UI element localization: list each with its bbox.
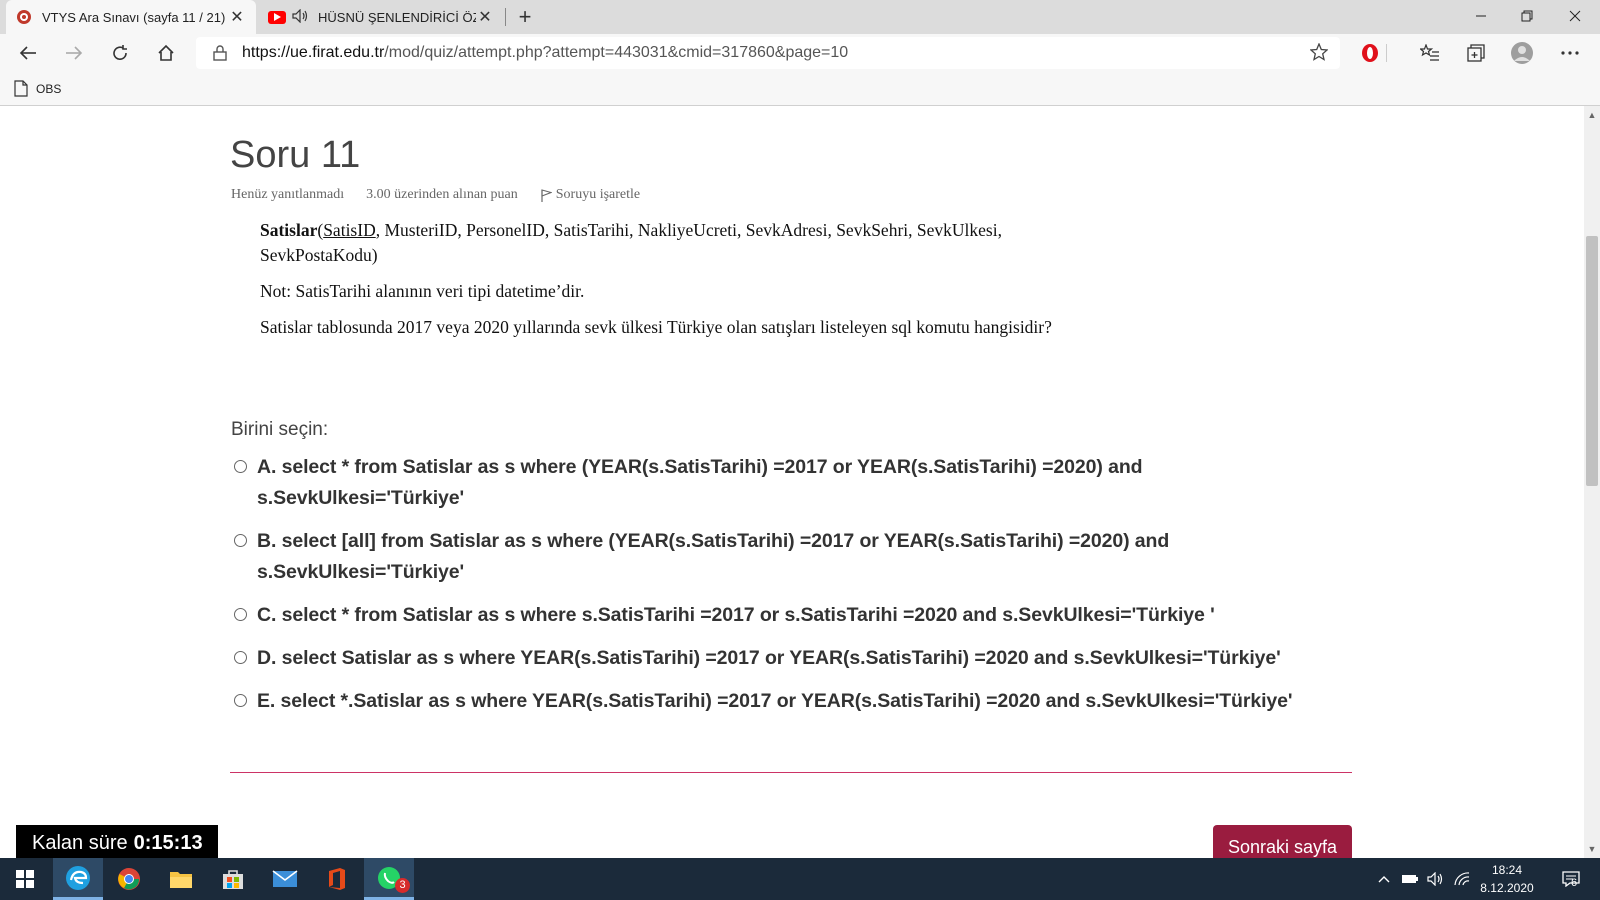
table-primary-key: SatisID bbox=[323, 220, 376, 240]
chrome-icon[interactable] bbox=[104, 858, 154, 900]
option-label[interactable]: D. select Satislar as s where YEAR(s.Sat… bbox=[257, 643, 1281, 674]
system-clock[interactable]: 18:24 8.12.2020 bbox=[1462, 861, 1552, 897]
store-icon[interactable] bbox=[208, 858, 258, 900]
scroll-thumb[interactable] bbox=[1586, 236, 1598, 486]
opera-icon[interactable] bbox=[1354, 38, 1386, 68]
address-bar[interactable]: https://ue.firat.edu.tr/mod/quiz/attempt… bbox=[196, 37, 1340, 69]
youtube-icon bbox=[268, 10, 286, 24]
chevron-up-icon[interactable] bbox=[1374, 858, 1394, 900]
flag-label: Soruyu işaretle bbox=[555, 187, 641, 202]
refresh-icon[interactable] bbox=[104, 38, 136, 68]
answer-options: A. select * from Satislar as s where (YE… bbox=[234, 452, 1334, 729]
question-status: Henüz yanıtlanmadı bbox=[231, 187, 345, 202]
favorites-bar: OBS bbox=[0, 72, 1600, 106]
timer-label: Kalan süre bbox=[32, 831, 128, 854]
option-label[interactable]: C. select * from Satislar as s where s.S… bbox=[257, 600, 1215, 631]
timer-value: 0:15:13 bbox=[133, 831, 203, 854]
url-text: https://ue.firat.edu.tr/mod/quiz/attempt… bbox=[242, 44, 848, 62]
collections-icon[interactable] bbox=[1460, 38, 1492, 68]
question-title: Soru 11 bbox=[230, 134, 361, 176]
time-remaining: Kalan süre 0:15:13 bbox=[16, 825, 218, 858]
volume-icon[interactable] bbox=[1424, 858, 1448, 900]
mail-icon[interactable] bbox=[260, 858, 310, 900]
clock-time: 18:24 bbox=[1491, 863, 1523, 877]
quiz-page: Soru 11 Henüz yanıtlanmadı 3.00 üzerinde… bbox=[0, 106, 1584, 858]
toolbar-separator bbox=[1386, 44, 1387, 62]
favorite-obs[interactable]: OBS bbox=[14, 80, 61, 97]
flag-icon bbox=[541, 188, 552, 202]
browser-tab-strip: VTYS Ara Sınavı (sayfa 11 / 21) ✕ HÜSNÜ … bbox=[0, 0, 1600, 34]
question-note: Not: SatisTarihi alanının veri tipi date… bbox=[260, 281, 585, 301]
whatsapp-icon[interactable]: 3 bbox=[364, 858, 414, 900]
radio-button[interactable] bbox=[234, 651, 247, 664]
clock-date: 8.12.2020 bbox=[1480, 881, 1534, 895]
answer-option-b[interactable]: B. select [all] from Satislar as s where… bbox=[234, 526, 1334, 588]
tab-quiz[interactable]: VTYS Ara Sınavı (sayfa 11 / 21) ✕ bbox=[6, 0, 256, 34]
answer-option-e[interactable]: E. select *.Satislar as s where YEAR(s.S… bbox=[234, 686, 1334, 717]
option-label[interactable]: A. select * from Satislar as s where (YE… bbox=[257, 452, 1334, 514]
new-tab-icon[interactable]: + bbox=[512, 4, 538, 30]
office-icon[interactable] bbox=[312, 858, 362, 900]
lock-icon[interactable] bbox=[210, 45, 230, 61]
close-window-icon[interactable] bbox=[1552, 0, 1598, 32]
question-text: Satislar(SatisID, MusteriID, PersonelID,… bbox=[260, 218, 1060, 351]
page-scrollbar[interactable]: ▲ ▼ bbox=[1584, 106, 1600, 858]
option-label[interactable]: B. select [all] from Satislar as s where… bbox=[257, 526, 1334, 588]
question-body: Satislar tablosunda 2017 veya 2020 yılla… bbox=[260, 317, 1052, 337]
table-schema: Satislar(SatisID, MusteriID, PersonelID,… bbox=[260, 220, 1002, 265]
favorite-label: OBS bbox=[36, 81, 62, 96]
windows-taskbar: 3 18:24 8.12.2020 bbox=[0, 858, 1600, 900]
tab-label: VTYS Ara Sınavı (sayfa 11 / 21) bbox=[42, 9, 226, 25]
radio-button[interactable] bbox=[234, 694, 247, 707]
answer-option-a[interactable]: A. select * from Satislar as s where (YE… bbox=[234, 452, 1334, 514]
option-label[interactable]: E. select *.Satislar as s where YEAR(s.S… bbox=[257, 686, 1293, 717]
edge-browser-icon[interactable] bbox=[53, 858, 103, 900]
flag-question-link[interactable]: Soruyu işaretle bbox=[540, 187, 640, 203]
notification-count: 6 bbox=[1571, 877, 1578, 889]
answer-prompt: Birini seçin: bbox=[231, 419, 329, 440]
question-points: 3.00 üzerinden alınan puan bbox=[366, 187, 518, 202]
section-divider bbox=[230, 772, 1352, 773]
scroll-down-icon[interactable]: ▼ bbox=[1587, 844, 1597, 854]
next-page-button[interactable]: Sonraki sayfa bbox=[1213, 825, 1352, 858]
answer-option-c[interactable]: C. select * from Satislar as s where s.S… bbox=[234, 600, 1334, 631]
forward-arrow-icon[interactable] bbox=[58, 38, 90, 68]
close-tab-icon[interactable]: ✕ bbox=[476, 7, 494, 27]
radio-button[interactable] bbox=[234, 460, 247, 473]
url-domain: https://ue.firat.edu.tr bbox=[242, 44, 385, 61]
tab-separator bbox=[505, 8, 506, 26]
tab-label: HÜSNÜ ŞENLENDİRİCİ ÖZEL bbox=[318, 9, 476, 25]
question-info: Henüz yanıtlanmadı 3.00 üzerinden alınan… bbox=[231, 187, 640, 203]
windows-start-icon[interactable] bbox=[0, 858, 50, 900]
favorite-star-icon[interactable] bbox=[1309, 42, 1329, 66]
scroll-up-icon[interactable]: ▲ bbox=[1587, 110, 1597, 120]
file-explorer-icon[interactable] bbox=[156, 858, 206, 900]
profile-avatar-icon[interactable] bbox=[1506, 38, 1538, 68]
browser-toolbar: https://ue.firat.edu.tr/mod/quiz/attempt… bbox=[0, 34, 1600, 72]
speaker-icon[interactable] bbox=[292, 8, 310, 26]
url-path: /mod/quiz/attempt.php?attempt=443031&cmi… bbox=[384, 44, 849, 61]
restore-icon[interactable] bbox=[1504, 0, 1550, 32]
table-name: Satislar bbox=[260, 220, 318, 240]
site-favicon-icon bbox=[16, 9, 32, 25]
radio-button[interactable] bbox=[234, 534, 247, 547]
favorites-list-icon[interactable] bbox=[1414, 38, 1446, 68]
answer-option-d[interactable]: D. select Satislar as s where YEAR(s.Sat… bbox=[234, 643, 1334, 674]
home-icon[interactable] bbox=[150, 38, 182, 68]
whatsapp-badge: 3 bbox=[395, 878, 410, 893]
page-icon bbox=[14, 80, 28, 97]
more-options-icon[interactable] bbox=[1554, 38, 1586, 68]
battery-icon[interactable] bbox=[1398, 858, 1422, 900]
close-tab-icon[interactable]: ✕ bbox=[228, 7, 246, 27]
radio-button[interactable] bbox=[234, 608, 247, 621]
back-arrow-icon[interactable] bbox=[12, 38, 44, 68]
tab-youtube[interactable]: HÜSNÜ ŞENLENDİRİCİ ÖZEL ✕ bbox=[258, 0, 504, 34]
minimize-icon[interactable] bbox=[1458, 0, 1504, 32]
